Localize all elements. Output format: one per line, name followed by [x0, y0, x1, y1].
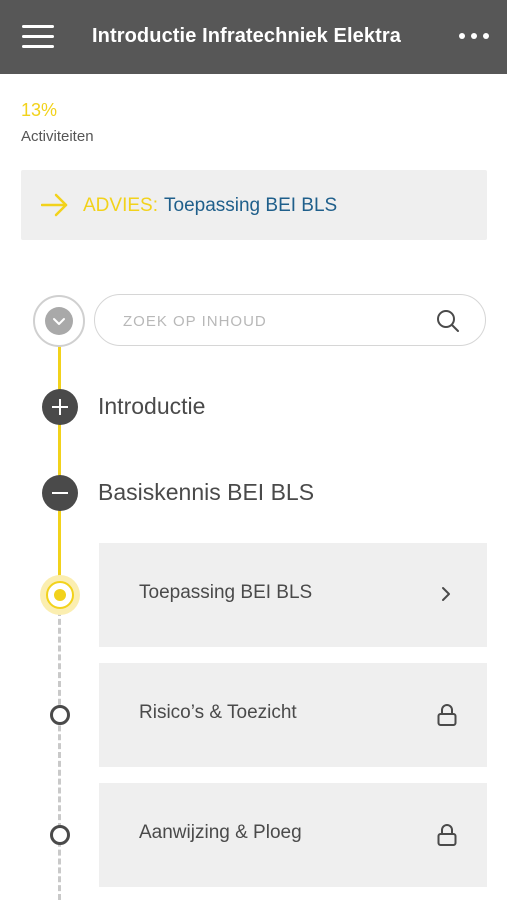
- lesson-node-locked: [50, 825, 70, 845]
- search-input[interactable]: [121, 307, 425, 335]
- search-icon[interactable]: [435, 308, 461, 334]
- lesson-node-active: [40, 575, 80, 615]
- lesson-item-aanwijzing[interactable]: Aanwijzing & Ploeg: [99, 783, 487, 887]
- plus-icon[interactable]: [42, 389, 78, 425]
- advice-banner[interactable]: ADVIES: Toepassing BEI BLS: [21, 170, 487, 240]
- lesson-node-locked: [50, 705, 70, 725]
- section-title-basiskennis[interactable]: Basiskennis BEI BLS: [98, 479, 314, 506]
- collapse-all-button[interactable]: [33, 295, 85, 347]
- timeline-line-remaining: [58, 610, 61, 900]
- hamburger-icon[interactable]: [22, 25, 54, 49]
- chevron-down-icon: [45, 307, 73, 335]
- search-field: [94, 294, 486, 346]
- section-title-introductie[interactable]: Introductie: [98, 393, 205, 420]
- progress-percent: 13%: [21, 100, 58, 120]
- advice-link[interactable]: Toepassing BEI BLS: [164, 195, 337, 217]
- lock-icon: [437, 824, 457, 846]
- lesson-label: Aanwijzing & Ploeg: [139, 822, 302, 843]
- lesson-label: Toepassing BEI BLS: [139, 582, 313, 603]
- more-dots-icon[interactable]: [459, 33, 491, 41]
- progress-label: Activiteiten: [21, 128, 94, 145]
- app-header: Introductie Infratechniek Elektra: [0, 0, 507, 74]
- chevron-right-icon: [442, 587, 450, 601]
- minus-icon[interactable]: [42, 475, 78, 511]
- lesson-label: Risico’s & Toezicht: [139, 702, 297, 723]
- advice-label: ADVIES:: [83, 195, 158, 216]
- lesson-item-risicos[interactable]: Risico’s & Toezicht: [99, 663, 487, 767]
- arrow-right-icon: [41, 193, 68, 217]
- timeline-line-completed: [58, 336, 61, 596]
- lock-icon: [437, 704, 457, 726]
- page-title: Introductie Infratechniek Elektra: [92, 25, 401, 47]
- lesson-item-toepassing[interactable]: Toepassing BEI BLS: [99, 543, 487, 647]
